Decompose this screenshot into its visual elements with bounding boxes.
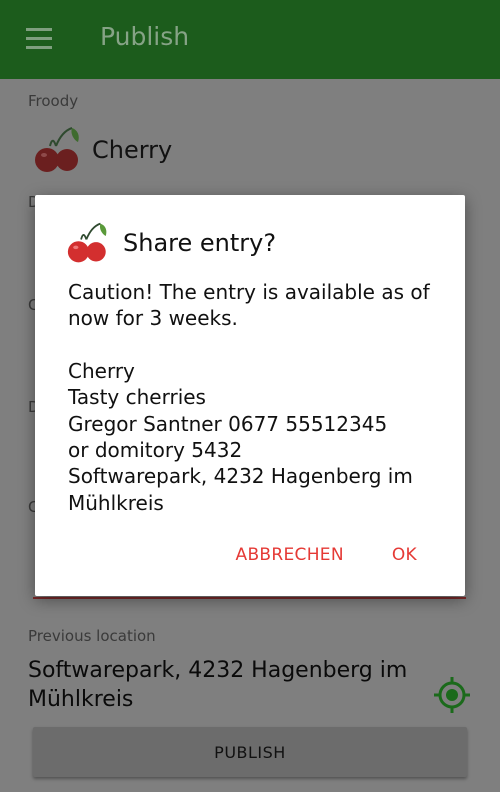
- entry-description: Tasty cherries: [68, 385, 206, 410]
- app-bar: Publish: [0, 0, 500, 79]
- location-line-2: Mühlkreis: [68, 490, 164, 515]
- cherry-icon: [35, 127, 79, 172]
- contact-line-1: Gregor Santner 0677 55512345: [68, 411, 388, 436]
- dialog-header: Share entry?: [67, 221, 276, 265]
- contact-line-2: or domitory 5432: [68, 438, 243, 463]
- location-line-1: Softwarepark, 4232 Hagenberg im: [68, 464, 413, 489]
- page-title: Publish: [100, 22, 190, 51]
- dialog-actions: ABBRECHEN OK: [236, 545, 417, 565]
- entry-name: Cherry: [68, 358, 135, 383]
- publish-button[interactable]: PUBLISH: [33, 727, 467, 777]
- caution-line-2: now for 3 weeks.: [68, 306, 238, 331]
- dialog-title: Share entry?: [123, 229, 277, 257]
- previous-location-line-1: Softwarepark, 4232 Hagenberg im: [28, 658, 408, 683]
- cherry-icon: [67, 222, 107, 263]
- caution-line-1: Caution! The entry is available as of: [68, 280, 430, 304]
- cancel-button[interactable]: ABBRECHEN: [236, 545, 344, 565]
- food-label: Froody: [28, 92, 79, 110]
- menu-icon[interactable]: [26, 28, 52, 50]
- location-field-underline: [33, 597, 466, 599]
- gps-target-icon[interactable]: [433, 676, 471, 714]
- food-name: Cherry: [92, 136, 173, 164]
- previous-location-value[interactable]: Softwarepark, 4232 Hagenberg im Mühlkrei…: [28, 656, 407, 714]
- ok-button[interactable]: OK: [392, 545, 417, 565]
- previous-location-label: Previous location: [28, 627, 156, 645]
- dialog-message: Caution! The entry is available as of no…: [68, 279, 448, 516]
- share-entry-dialog: Share entry? Caution! The entry is avail…: [35, 195, 465, 596]
- previous-location-line-2: Mühlkreis: [28, 687, 134, 712]
- food-selector[interactable]: Cherry: [34, 126, 172, 174]
